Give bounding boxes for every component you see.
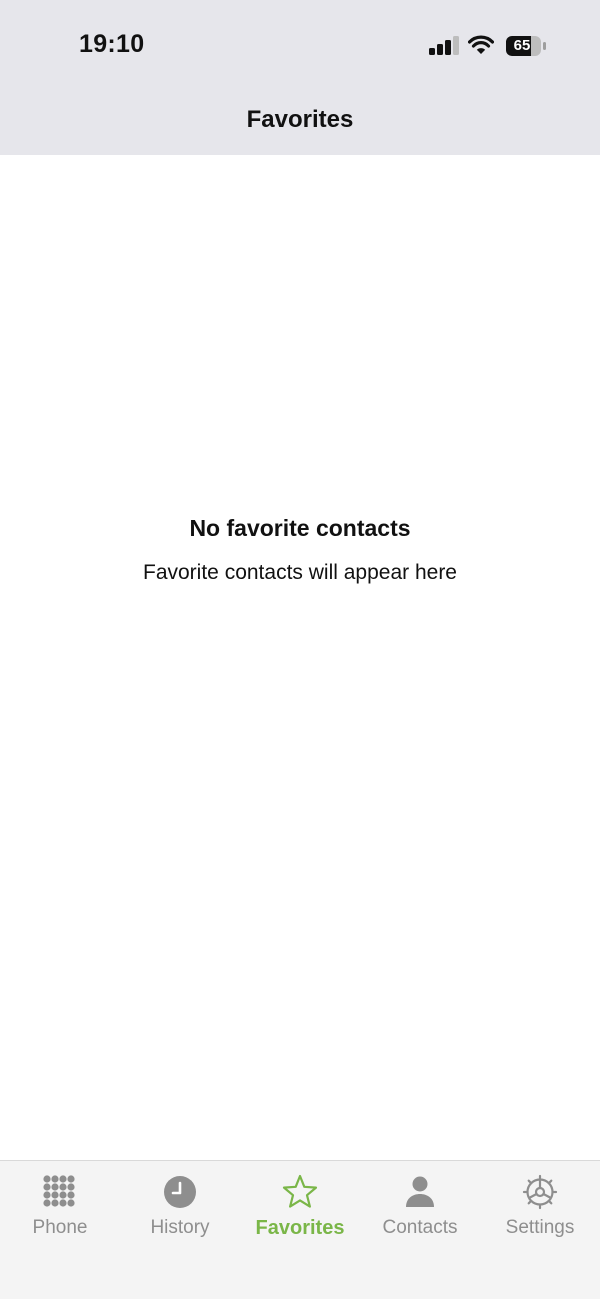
status-icons: 65 (428, 34, 548, 58)
empty-state: No favorite contacts Favorite contacts w… (0, 512, 600, 588)
tab-phone-label: Phone (32, 1217, 88, 1238)
tab-contacts[interactable]: Contacts (360, 1161, 480, 1261)
tab-settings[interactable]: Settings (480, 1161, 600, 1261)
tab-settings-label: Settings (505, 1217, 575, 1238)
star-icon (282, 1174, 318, 1208)
tab-phone[interactable]: Phone (0, 1161, 120, 1261)
battery-level: 65 (513, 37, 531, 54)
person-icon (406, 1176, 434, 1207)
gear-icon (522, 1174, 558, 1210)
clock-icon (164, 1176, 196, 1208)
tab-favorites-label: Favorites (255, 1217, 345, 1239)
favorites-screen: 19:10 65 Favorites No favorite contacts … (0, 0, 600, 1299)
tab-history[interactable]: History (120, 1161, 240, 1261)
signal-icon (429, 36, 459, 55)
tab-contacts-label: Contacts (382, 1217, 458, 1238)
empty-state-subtitle: Favorite contacts will appear here (143, 561, 457, 584)
tab-bar: Phone History Favorites Contacts Setting… (0, 1160, 600, 1299)
empty-state-title: No favorite contacts (189, 515, 411, 541)
top-area: 19:10 65 Favorites (0, 0, 600, 155)
wifi-icon (468, 35, 494, 54)
keypad-icon (43, 1175, 75, 1207)
status-bar: 19:10 65 (0, 0, 600, 90)
page-title: Favorites (246, 106, 354, 133)
status-time: 19:10 (79, 30, 145, 58)
tab-favorites[interactable]: Favorites (240, 1161, 360, 1261)
tab-history-label: History (150, 1217, 210, 1238)
